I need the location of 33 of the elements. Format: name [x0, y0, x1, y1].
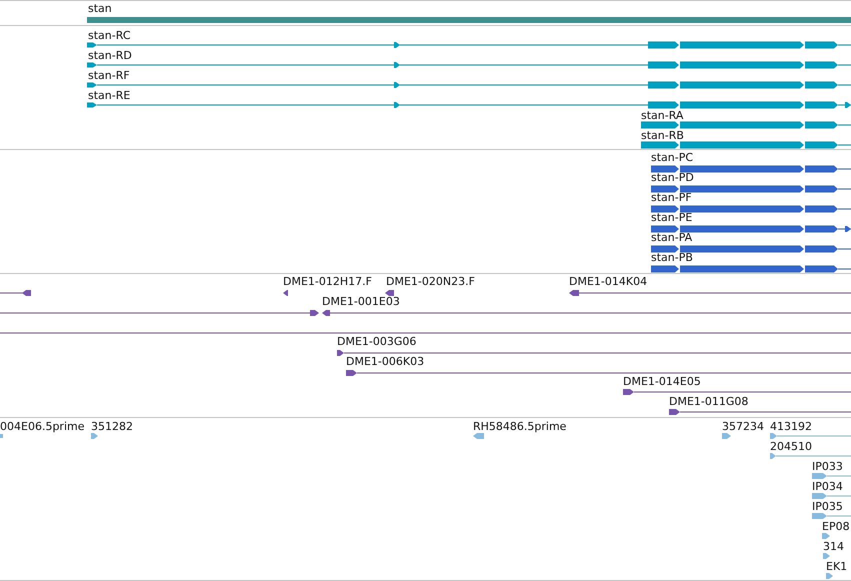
feature-label: DME1-011G08 [669, 395, 748, 408]
feature-label: DME1-003G06 [337, 335, 416, 348]
feature-label: stan-RF [88, 69, 130, 82]
feature-label: EP08 [822, 520, 850, 533]
feature-label: stan-PB [651, 251, 693, 264]
feature-label: DME1-014K04 [569, 275, 648, 288]
feature-label: stan-PC [651, 151, 694, 164]
feature-label: stan-RE [88, 89, 130, 102]
feature-label: stan-PD [651, 171, 694, 184]
feature-label: IP033 [812, 460, 843, 473]
feature-label: RH58486.5prime [473, 420, 566, 433]
feature-label: IP035 [812, 500, 843, 513]
feature-label: EK1 [826, 560, 848, 573]
feature-label: DME1-020N23.F [386, 275, 475, 288]
feature-label: 357234 [722, 420, 764, 433]
feature-label: DME1-001E03 [322, 295, 400, 308]
feature-label: stan-PF [651, 191, 692, 204]
feature-label: 004E06.5prime [0, 420, 84, 433]
feature-label: DME1-006K03 [346, 355, 424, 368]
feature-label: 413192 [770, 420, 812, 433]
feature-label: IP034 [812, 480, 843, 493]
feature-label: stan-PE [651, 211, 692, 224]
feature-label: stan-RB [641, 129, 684, 142]
feature-label: stan-PA [651, 231, 692, 244]
feature-label: stan-RC [88, 29, 131, 42]
feature-label: stan [88, 2, 112, 15]
feature-label: 314 [823, 540, 844, 553]
feature-label: 351282 [91, 420, 133, 433]
feature-label: DME1-012H17.F [283, 275, 372, 288]
feature-label: DME1-014E05 [623, 375, 701, 388]
feature-label: stan-RD [88, 49, 132, 62]
feature-label: 204510 [770, 440, 812, 453]
feature-label: stan-RA [641, 109, 684, 122]
